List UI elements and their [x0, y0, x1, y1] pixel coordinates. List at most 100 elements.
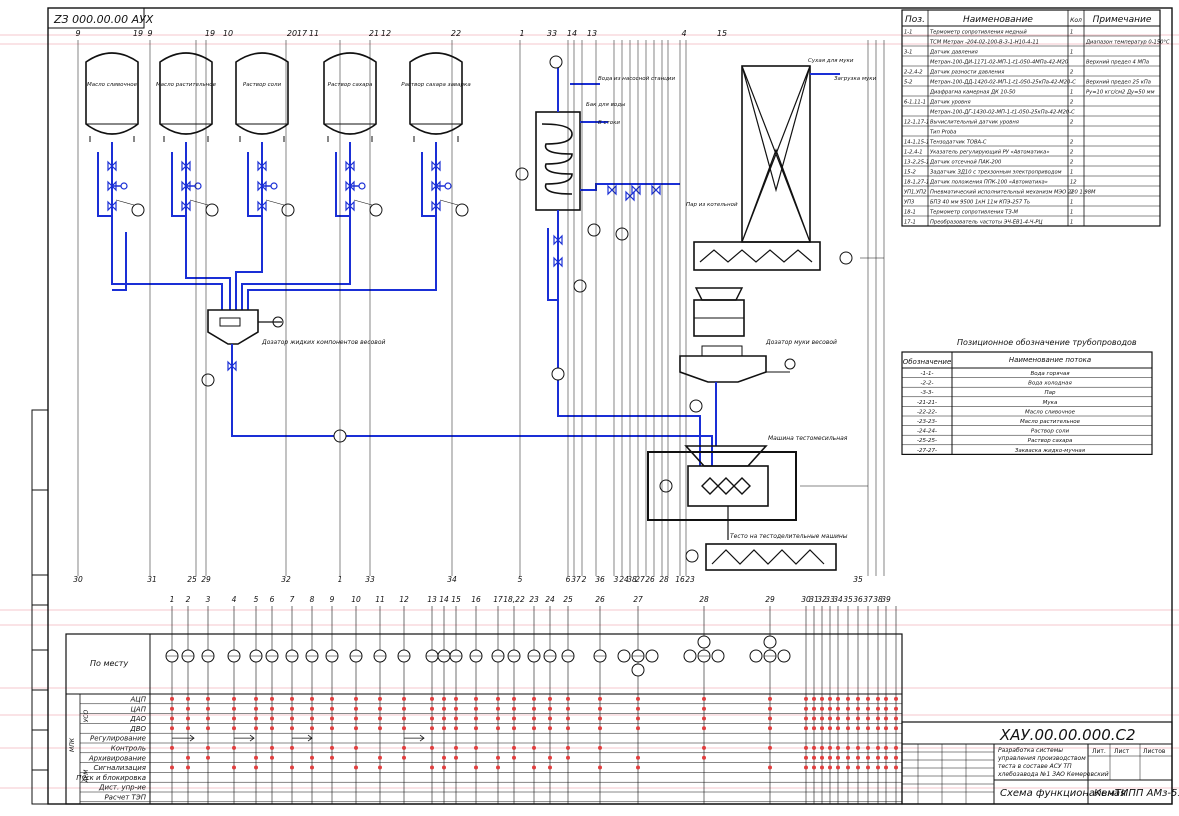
- spec-cell: 1-1: [904, 30, 912, 36]
- position-number: 19: [205, 29, 215, 38]
- signal-marker: [566, 745, 570, 750]
- position-number: 12: [399, 595, 409, 604]
- signal-marker: [206, 726, 210, 731]
- signal-marker: [232, 765, 236, 770]
- top-code-box: ZЗ 000.00.00 АУХ: [47, 7, 154, 29]
- level-sensor-icon: [515, 167, 529, 181]
- spec-cell: ТСМ Метран -204-02-100-В-3-1-Н10-4-11: [930, 40, 1039, 46]
- position-number: 9: [147, 29, 152, 38]
- position-number: 8: [310, 595, 315, 604]
- signal-marker: [828, 745, 832, 750]
- signal-marker: [354, 745, 358, 750]
- control-levels-grid: По месту АЦПЦАП ДАО ДВО Регулирование Контрол…: [65, 606, 903, 805]
- signal-marker: [856, 716, 860, 721]
- instrument-icon: [631, 663, 645, 677]
- spec-cell: 2: [1070, 100, 1073, 106]
- signal-marker: [548, 696, 552, 701]
- group-label-mpk: МПК: [69, 737, 76, 752]
- instrument-icon: [281, 203, 295, 217]
- signal-marker: [442, 706, 446, 711]
- position-number: 2: [582, 575, 587, 584]
- signal-marker: [548, 706, 552, 711]
- signal-marker: [846, 696, 850, 701]
- row-label: АЦП: [130, 696, 147, 704]
- spec-cell: 1: [1070, 210, 1073, 216]
- signal-marker: [856, 765, 860, 770]
- position-number: 13: [427, 595, 437, 604]
- signal-marker: [828, 755, 832, 760]
- signal-marker: [206, 745, 210, 750]
- signal-marker: [496, 726, 500, 731]
- signal-marker: [566, 716, 570, 721]
- signal-marker: [804, 726, 808, 731]
- signal-marker: [512, 755, 516, 760]
- tanks-group: Масло сливочное Масло растительное Раствор…: [85, 52, 471, 310]
- signal-marker: [812, 726, 816, 731]
- signal-marker: [402, 755, 406, 760]
- spec-cell: 13-2,25-1: [904, 160, 929, 166]
- spec-cell: УП1,УП2: [904, 190, 926, 196]
- position-number: 18,22: [503, 595, 525, 604]
- signal-marker: [378, 716, 382, 721]
- spec-cell: Верхний предел 4 МПа: [1086, 60, 1149, 66]
- signal-marker: [636, 755, 640, 760]
- signal-marker: [354, 706, 358, 711]
- position-number: 14: [439, 595, 449, 604]
- pipe-name: Закваска жидко-мучная: [1015, 448, 1086, 454]
- instrument-icon: [369, 203, 383, 217]
- signal-marker: [232, 726, 236, 731]
- spec-cell: Термометр сопротивления ТЗ-М: [930, 210, 1019, 216]
- signal-marker: [254, 755, 258, 760]
- process-equipment: Дозатор жидких компонентов весовой Вода и…: [77, 40, 885, 576]
- signal-marker: [866, 706, 870, 711]
- instrument-icon: [549, 55, 563, 69]
- position-number: 37: [863, 595, 873, 604]
- signal-marker: [820, 765, 824, 770]
- label-water-in: Вода из насосной станции: [598, 76, 675, 82]
- spec-cell: 12-1,17-1: [904, 120, 929, 126]
- position-number: 3: [614, 575, 619, 584]
- signal-marker: [846, 716, 850, 721]
- pipe-name: Раствор соли: [1031, 429, 1070, 435]
- flour-silo: Сухая для муки Загрузка муки Дозатор муки …: [679, 58, 877, 446]
- spec-cell: 18-1,27-1: [904, 180, 929, 186]
- signal-marker: [330, 706, 334, 711]
- signal-marker: [496, 765, 500, 770]
- pipe-name: Раствор сахара: [1028, 438, 1073, 444]
- signal-marker: [702, 755, 706, 760]
- storage-tank: Масло сливочное: [85, 52, 145, 232]
- signal-marker: [454, 706, 458, 711]
- position-number: 17: [297, 29, 308, 38]
- position-number: 35: [843, 595, 853, 604]
- row-label: Расчет ТЭП: [104, 794, 146, 802]
- pipe-name: Вода холодная: [1028, 381, 1072, 387]
- spec-cell: 1: [1070, 220, 1073, 226]
- position-number: 27: [635, 575, 645, 584]
- signal-marker: [232, 696, 236, 701]
- position-number: 33: [547, 29, 557, 38]
- flowmeter-icon: [551, 367, 565, 381]
- top-code-text: ZЗ 000.00.00 АУХ: [53, 13, 154, 26]
- signal-marker: [884, 726, 888, 731]
- signal-marker: [430, 726, 434, 731]
- signal-marker: [876, 765, 880, 770]
- signal-marker: [532, 716, 536, 721]
- instrument-icon: [697, 635, 711, 649]
- signal-marker: [768, 716, 772, 721]
- signal-marker: [548, 716, 552, 721]
- spec-cell: 12: [1070, 180, 1077, 186]
- stamp-sheet-label: Лист: [1114, 748, 1130, 755]
- spec-cell: Ру=10 кгс/см2 Ду=50 мм: [1086, 90, 1155, 96]
- signal-marker: [836, 696, 840, 701]
- signal-marker: [206, 755, 210, 760]
- signal-marker: [884, 696, 888, 701]
- spec-cell: Метран-100-ДГ-1430-02-МП-1-t1-050-25кПа-…: [930, 110, 1075, 116]
- pipe-code: -1-1-: [921, 371, 934, 377]
- signal-marker: [496, 696, 500, 701]
- signal-marker: [768, 726, 772, 731]
- instrument-icon: [689, 399, 703, 413]
- signal-marker: [820, 745, 824, 750]
- signal-marker: [828, 726, 832, 731]
- signal-marker: [846, 726, 850, 731]
- signal-marker: [290, 696, 294, 701]
